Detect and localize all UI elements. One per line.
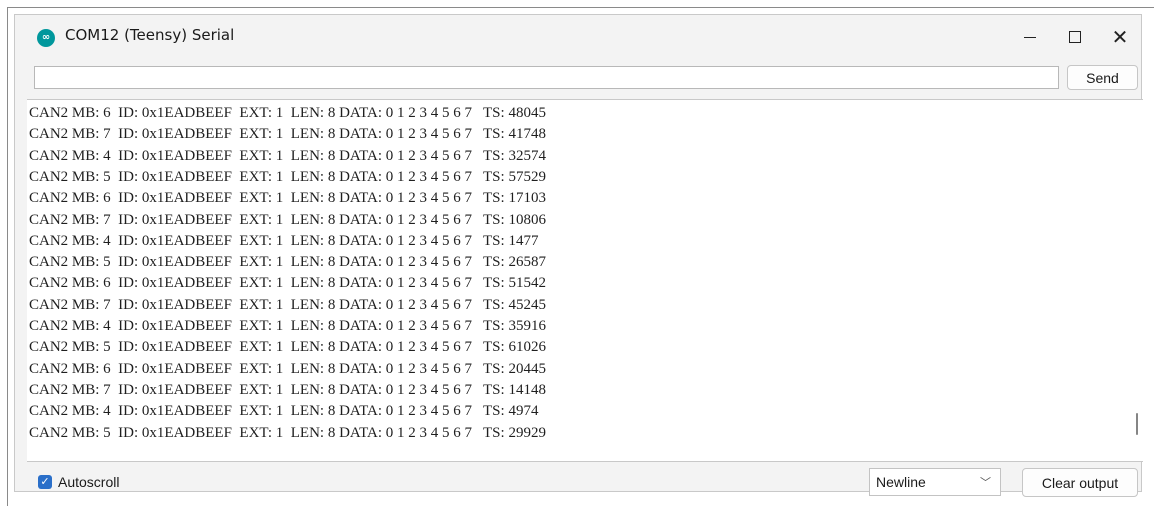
output-line: CAN2 MB: 5 ID: 0x1EADBEEF EXT: 1 LEN: 8 … xyxy=(29,339,546,356)
output-line: CAN2 MB: 4 ID: 0x1EADBEEF EXT: 1 LEN: 8 … xyxy=(29,403,539,420)
serial-monitor-window: ∞ COM12 (Teensy) Serial ✕ Send CAN2 MB: … xyxy=(14,14,1143,497)
window-title: COM12 (Teensy) Serial xyxy=(65,26,235,44)
autoscroll-checkbox[interactable]: ✓ xyxy=(38,475,52,489)
check-icon: ✓ xyxy=(40,476,50,488)
output-line: CAN2 MB: 6 ID: 0x1EADBEEF EXT: 1 LEN: 8 … xyxy=(29,190,546,207)
output-line: CAN2 MB: 6 ID: 0x1EADBEEF EXT: 1 LEN: 8 … xyxy=(29,360,546,377)
output-line: CAN2 MB: 5 ID: 0x1EADBEEF EXT: 1 LEN: 8 … xyxy=(29,424,546,441)
title-bar[interactable]: ∞ COM12 (Teensy) Serial ✕ xyxy=(15,15,1141,59)
output-line: CAN2 MB: 7 ID: 0x1EADBEEF EXT: 1 LEN: 8 … xyxy=(29,381,546,398)
close-button[interactable]: ✕ xyxy=(1097,15,1143,59)
maximize-button[interactable] xyxy=(1052,15,1098,59)
scroll-thumb[interactable] xyxy=(1136,413,1138,435)
output-line: CAN2 MB: 6 ID: 0x1EADBEEF EXT: 1 LEN: 8 … xyxy=(29,105,546,121)
output-line: CAN2 MB: 4 ID: 0x1EADBEEF EXT: 1 LEN: 8 … xyxy=(29,232,539,249)
output-line: CAN2 MB: 5 ID: 0x1EADBEEF EXT: 1 LEN: 8 … xyxy=(29,168,546,185)
minimize-button[interactable] xyxy=(1007,15,1053,59)
output-line: CAN2 MB: 5 ID: 0x1EADBEEF EXT: 1 LEN: 8 … xyxy=(29,254,546,271)
output-line: CAN2 MB: 7 ID: 0x1EADBEEF EXT: 1 LEN: 8 … xyxy=(29,211,546,228)
line-ending-value: Newline xyxy=(876,474,926,490)
maximize-icon xyxy=(1069,31,1081,43)
line-ending-select[interactable]: Newline ﹀ xyxy=(869,468,1001,496)
chevron-down-icon: ﹀ xyxy=(980,477,991,489)
output-line: CAN2 MB: 7 ID: 0x1EADBEEF EXT: 1 LEN: 8 … xyxy=(29,296,546,313)
output-line: CAN2 MB: 4 ID: 0x1EADBEEF EXT: 1 LEN: 8 … xyxy=(29,147,546,164)
close-icon: ✕ xyxy=(1111,25,1129,49)
scrollbar[interactable] xyxy=(1132,100,1143,461)
send-input[interactable] xyxy=(34,66,1059,89)
serial-output[interactable]: CAN2 MB: 6 ID: 0x1EADBEEF EXT: 1 LEN: 8 … xyxy=(27,99,1143,462)
output-line: CAN2 MB: 4 ID: 0x1EADBEEF EXT: 1 LEN: 8 … xyxy=(29,318,546,334)
autoscroll-label: Autoscroll xyxy=(58,474,120,490)
output-line: CAN2 MB: 6 ID: 0x1EADBEEF EXT: 1 LEN: 8 … xyxy=(29,275,546,292)
output-line: CAN2 MB: 7 ID: 0x1EADBEEF EXT: 1 LEN: 8 … xyxy=(29,126,546,143)
arduino-icon: ∞ xyxy=(37,29,55,47)
minimize-icon xyxy=(1024,36,1036,38)
autoscroll-toggle[interactable]: ✓ Autoscroll xyxy=(38,472,119,492)
clear-output-button[interactable]: Clear output xyxy=(1022,468,1138,497)
send-button[interactable]: Send xyxy=(1067,65,1138,90)
